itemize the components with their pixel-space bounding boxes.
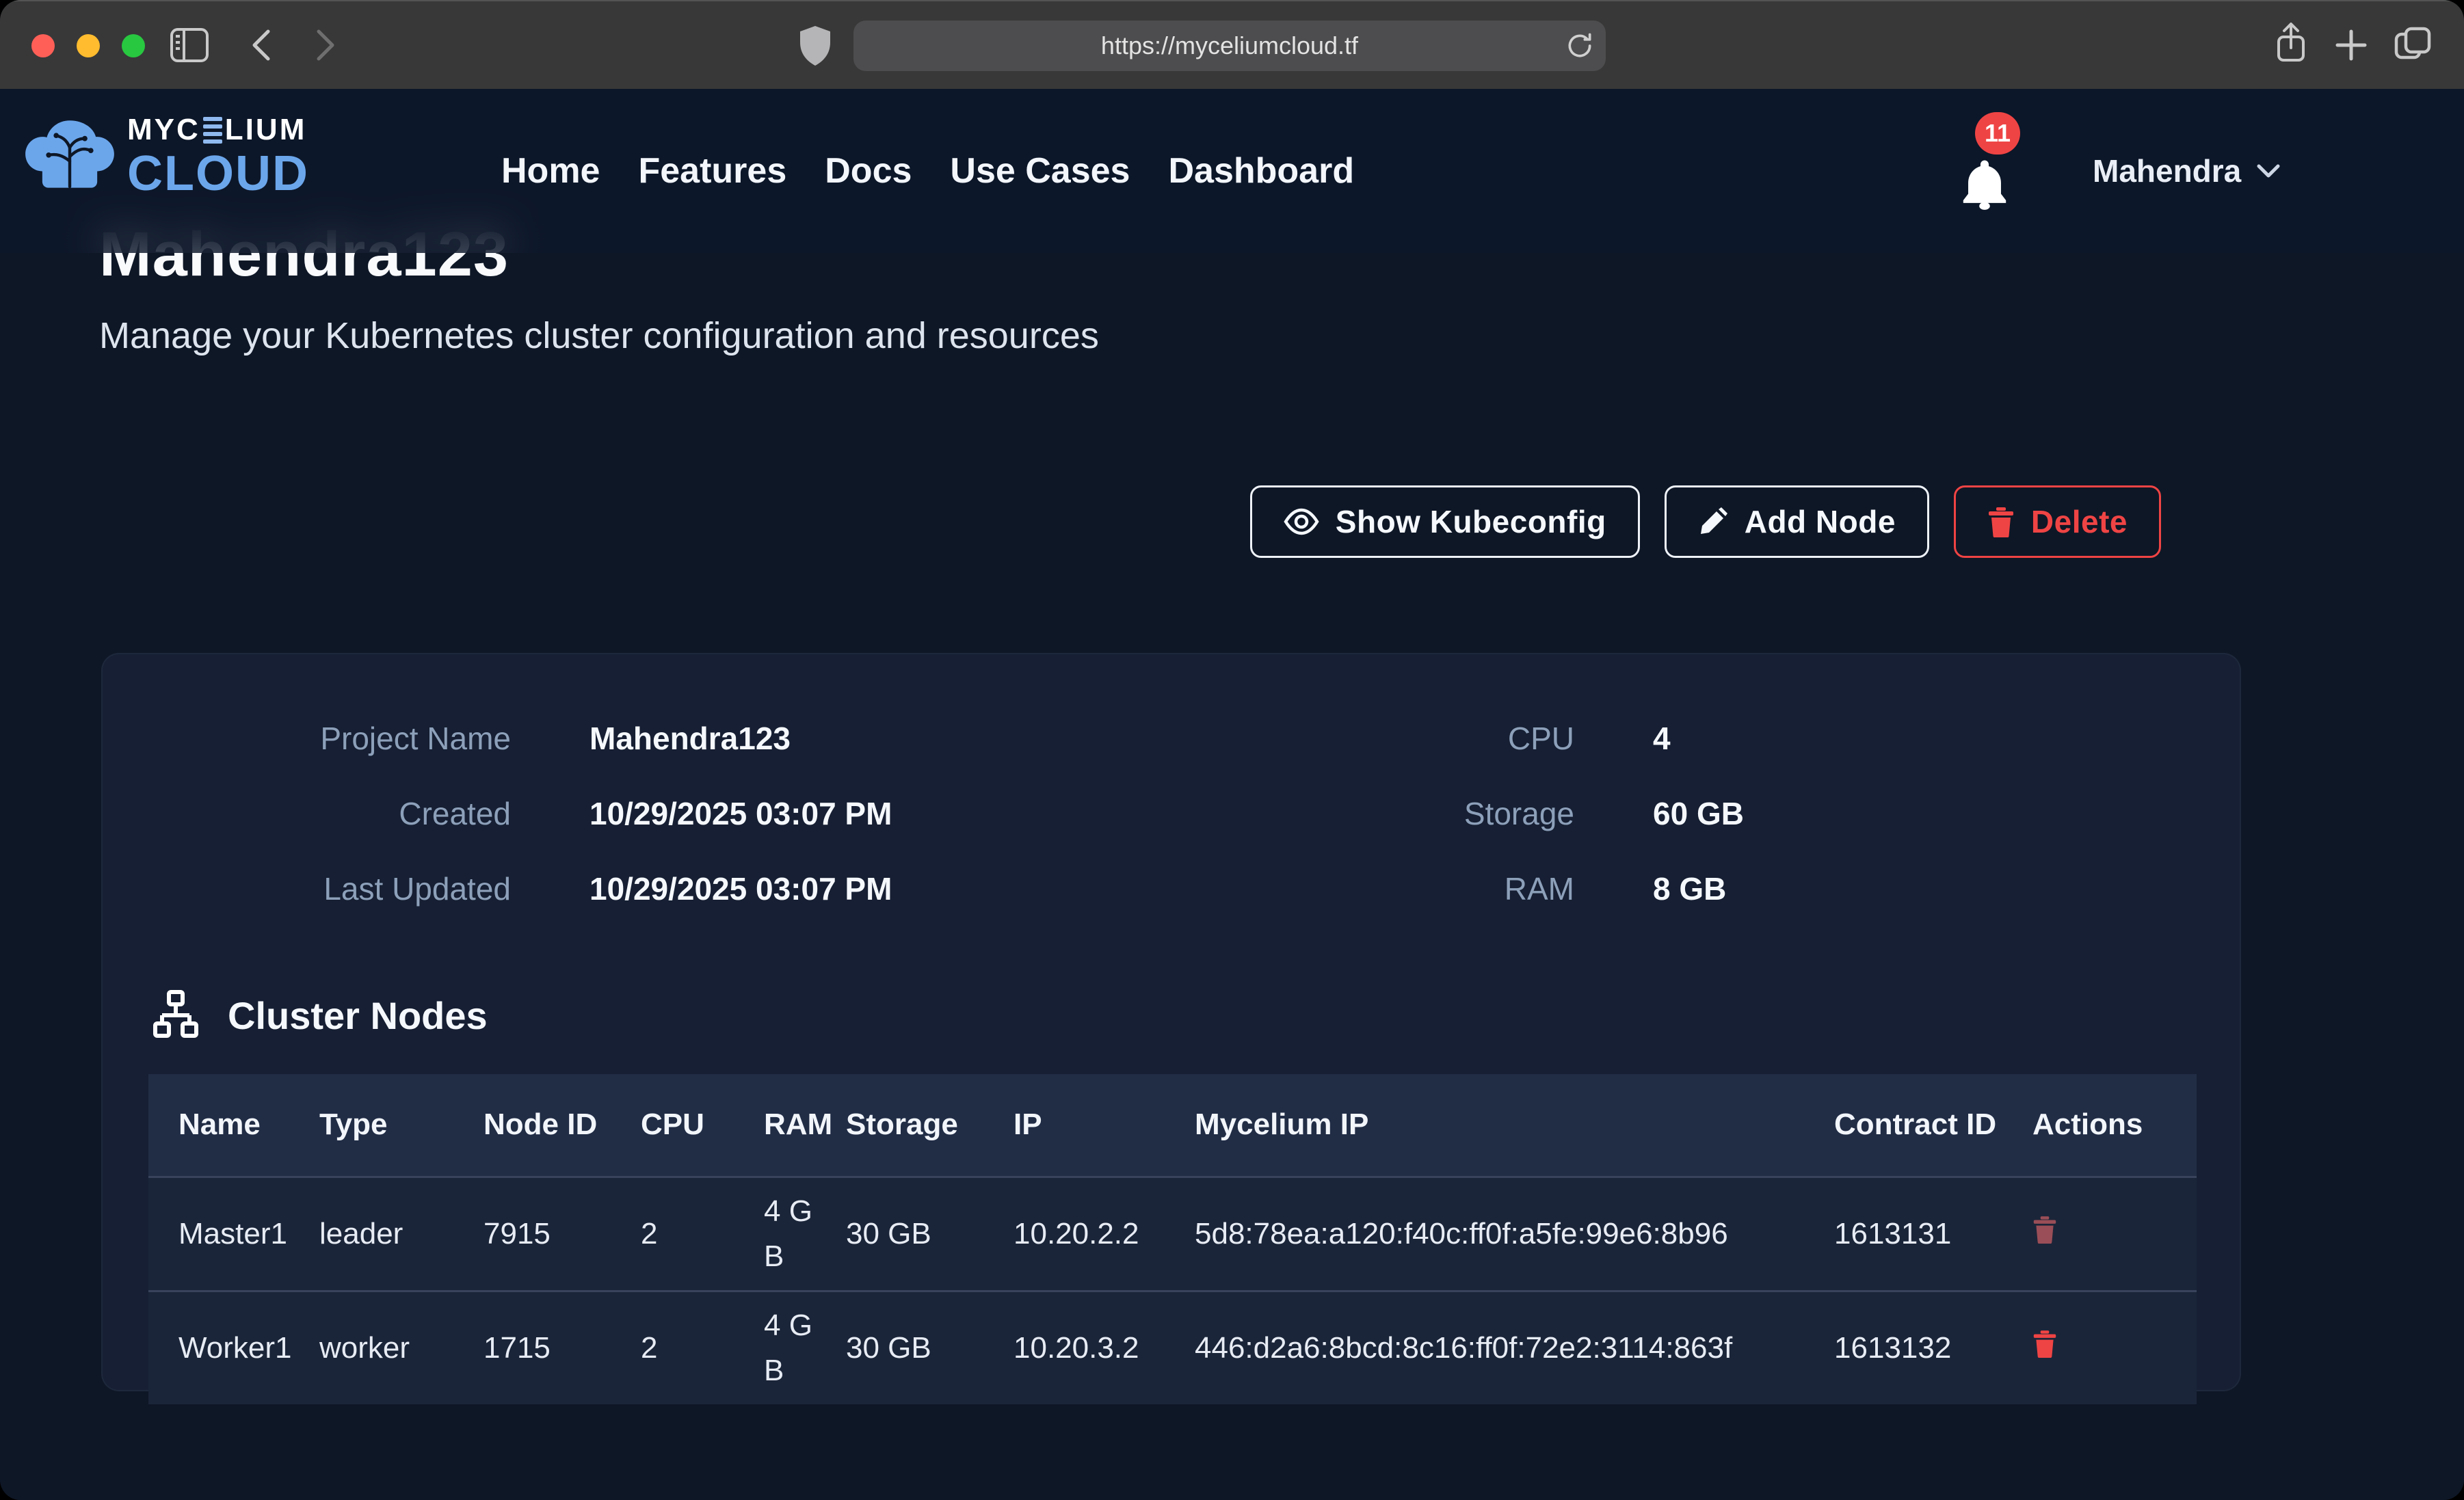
forward-button[interactable] (309, 29, 339, 62)
user-menu[interactable]: Mahendra (2093, 89, 2281, 253)
project-name-value: Mahendra123 (589, 720, 1126, 757)
privacy-shield-icon[interactable] (797, 25, 833, 67)
notifications-button[interactable]: 11 (1960, 141, 2035, 216)
ram-label: RAM (1205, 870, 1574, 907)
cell-ram: 4 GB (764, 1177, 846, 1291)
col-storage: Storage (846, 1074, 1014, 1177)
cell-cpu: 2 (641, 1291, 764, 1404)
url-text: https://myceliumcloud.tf (1101, 31, 1358, 60)
col-contract-id: Contract ID (1834, 1074, 2032, 1177)
table-row: Master1 leader 7915 2 4 GB 30 GB 10.20.2… (148, 1177, 2197, 1291)
nav-link-docs[interactable]: Docs (825, 150, 912, 191)
col-actions: Actions (2032, 1074, 2197, 1177)
delete-cluster-button[interactable]: Delete (1954, 485, 2161, 558)
last-updated-value: 10/29/2025 03:07 PM (589, 870, 1126, 907)
col-ram: RAM (764, 1074, 846, 1177)
back-button[interactable] (248, 29, 278, 62)
pencil-icon (1698, 507, 1728, 537)
nav-link-home[interactable]: Home (501, 150, 600, 191)
share-icon[interactable] (2273, 22, 2309, 64)
nav-link-use-cases[interactable]: Use Cases (950, 150, 1130, 191)
table-header-row: Name Type Node ID CPU RAM Storage IP Myc… (148, 1074, 2197, 1177)
minimize-window-button[interactable] (77, 34, 100, 57)
cell-ip: 10.20.3.2 (1014, 1291, 1195, 1404)
cell-type: worker (319, 1291, 483, 1404)
zoom-window-button[interactable] (122, 34, 145, 57)
show-kubeconfig-button[interactable]: Show Kubeconfig (1250, 485, 1640, 558)
cluster-info: Project Name Mahendra123 CPU 4 Created 1… (185, 720, 2240, 907)
cell-ram: 4 GB (764, 1291, 846, 1404)
project-name-label: Project Name (185, 720, 511, 757)
mycelium-cloud-logo-icon (25, 116, 115, 197)
cell-contract-id: 1613132 (1834, 1291, 2032, 1404)
chevron-down-icon (2256, 163, 2281, 179)
show-kubeconfig-label: Show Kubeconfig (1336, 503, 1606, 540)
cpu-value: 4 (1653, 720, 2077, 757)
logo-line2: CLOUD (127, 149, 309, 198)
cell-ip: 10.20.2.2 (1014, 1177, 1195, 1291)
col-cpu: CPU (641, 1074, 764, 1177)
add-node-label: Add Node (1745, 503, 1896, 540)
col-node-id: Node ID (483, 1074, 641, 1177)
cpu-label: CPU (1205, 720, 1574, 757)
cluster-details-panel: Project Name Mahendra123 CPU 4 Created 1… (101, 653, 2241, 1391)
reload-icon[interactable] (1565, 31, 1595, 61)
cell-contract-id: 1613131 (1834, 1177, 2032, 1291)
network-nodes-icon (148, 988, 203, 1043)
site-logo[interactable]: MYCLIUM CLOUD (25, 115, 309, 198)
col-mycelium-ip: Mycelium IP (1195, 1074, 1834, 1177)
cell-cpu: 2 (641, 1177, 764, 1291)
nav-links: Home Features Docs Use Cases Dashboard (501, 89, 1354, 253)
created-label: Created (185, 795, 511, 832)
cell-node-id: 1715 (483, 1291, 641, 1404)
col-type: Type (319, 1074, 483, 1177)
nav-link-dashboard[interactable]: Dashboard (1168, 150, 1354, 191)
close-window-button[interactable] (31, 34, 55, 57)
notification-badge: 11 (1975, 112, 2020, 155)
new-tab-icon[interactable] (2335, 29, 2368, 62)
browser-window: https://myceliumcloud.tf (0, 0, 2464, 1500)
cell-storage: 30 GB (846, 1177, 1014, 1291)
sidebar-icon[interactable] (170, 27, 209, 63)
created-value: 10/29/2025 03:07 PM (589, 795, 1126, 832)
table-row: Worker1 worker 1715 2 4 GB 30 GB 10.20.3… (148, 1291, 2197, 1404)
tab-overview-icon[interactable] (2394, 26, 2432, 64)
browser-chrome: https://myceliumcloud.tf (0, 0, 2464, 89)
site-navbar: MYCLIUM CLOUD Home Features Docs Use Cas… (0, 89, 2464, 253)
col-ip: IP (1014, 1074, 1195, 1177)
ram-value: 8 GB (1653, 870, 2077, 907)
cluster-nodes-heading: Cluster Nodes (228, 993, 488, 1038)
storage-label: Storage (1205, 795, 1574, 832)
address-bar[interactable]: https://myceliumcloud.tf (853, 21, 1606, 71)
cluster-nodes-table: Name Type Node ID CPU RAM Storage IP Myc… (148, 1074, 2197, 1404)
logo-line1: MYCLIUM (127, 115, 309, 145)
storage-value: 60 GB (1653, 795, 2077, 832)
eye-icon (1284, 508, 1319, 535)
add-node-button[interactable]: Add Node (1665, 485, 1929, 558)
cell-mycelium-ip: 5d8:78ea:a120:f40c:ff0f:a5fe:99e6:8b96 (1195, 1177, 1834, 1291)
cell-node-id: 7915 (483, 1177, 641, 1291)
cell-storage: 30 GB (846, 1291, 1014, 1404)
page-subtitle: Manage your Kubernetes cluster configura… (99, 314, 1099, 357)
nav-link-features[interactable]: Features (638, 150, 786, 191)
page-body: Mahendra123 Manage your Kubernetes clust… (0, 89, 2464, 1500)
cluster-actions: Show Kubeconfig Add Node (1250, 485, 2161, 558)
last-updated-label: Last Updated (185, 870, 511, 907)
cell-name: Worker1 (148, 1291, 319, 1404)
cell-type: leader (319, 1177, 483, 1291)
delete-label: Delete (2031, 503, 2128, 540)
trash-icon (1987, 506, 2015, 537)
cell-mycelium-ip: 446:d2a6:8bcd:8c16:ff0f:72e2:3114:863f (1195, 1291, 1834, 1404)
bell-icon (1960, 157, 2035, 211)
user-name: Mahendra (2093, 152, 2241, 189)
delete-node-button[interactable] (2032, 1329, 2057, 1358)
col-name: Name (148, 1074, 319, 1177)
cell-name: Master1 (148, 1177, 319, 1291)
delete-node-button[interactable] (2032, 1215, 2057, 1244)
